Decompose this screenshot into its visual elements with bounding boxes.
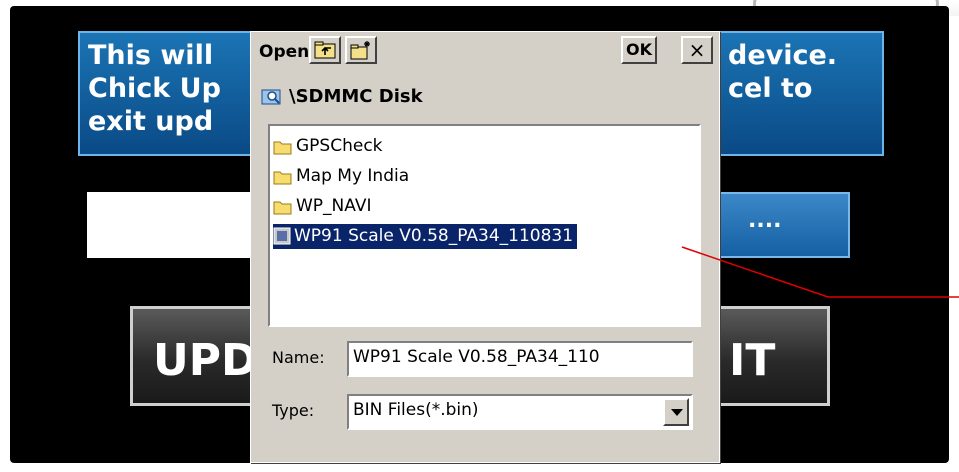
file-icon: [273, 227, 291, 245]
list-item-gpscheck[interactable]: GPSCheck: [273, 134, 387, 159]
up-folder-icon: [314, 41, 336, 59]
name-label: Name:: [272, 348, 325, 367]
list-item-label: Map My India: [296, 166, 410, 186]
list-item-wp-navi[interactable]: WP_NAVI: [273, 194, 375, 219]
open-file-dialog: Open OK × \SDMMC Disk GPSCheck Map My In…: [250, 31, 720, 463]
list-item-label: GPSCheck: [296, 136, 383, 156]
up-folder-button[interactable]: [309, 36, 341, 64]
info-line-2-left: Chick Up: [88, 73, 221, 104]
info-line-2-right: cel to: [728, 73, 813, 104]
file-type-value: BIN Files(*.bin): [353, 400, 479, 420]
list-item-label: WP_NAVI: [296, 196, 372, 216]
close-button[interactable]: ×: [681, 36, 713, 64]
current-folder-path: \SDMMC Disk: [289, 86, 423, 107]
list-item-label: WP91 Scale V0.58_PA34_110831: [294, 226, 574, 246]
new-folder-button[interactable]: [345, 36, 377, 64]
browse-button-label: ....: [748, 208, 782, 233]
info-line-1-left: This will: [88, 40, 214, 71]
file-name-input[interactable]: WP91 Scale V0.58_PA34_110: [347, 341, 693, 377]
file-type-select[interactable]: BIN Files(*.bin): [347, 394, 693, 430]
type-label: Type:: [272, 401, 315, 420]
exit-button-label: IT: [729, 335, 776, 386]
browse-button[interactable]: ....: [700, 192, 850, 258]
info-line-1-right: device.: [728, 40, 838, 71]
current-folder-row[interactable]: \SDMMC Disk: [261, 86, 423, 107]
list-item-map-my-india[interactable]: Map My India: [273, 164, 413, 189]
new-folder-icon: [350, 41, 370, 60]
folder-icon: [273, 201, 292, 215]
ok-button[interactable]: OK: [621, 36, 657, 64]
dialog-title-bar: Open OK ×: [251, 32, 719, 68]
folder-icon: [273, 141, 292, 155]
chevron-down-icon[interactable]: [663, 398, 689, 426]
folder-search-icon: [261, 89, 281, 105]
dialog-title: Open: [259, 42, 310, 62]
list-item-wp91-scale-file[interactable]: WP91 Scale V0.58_PA34_110831: [271, 223, 579, 250]
folder-icon: [273, 171, 292, 185]
file-list[interactable]: GPSCheck Map My India WP_NAVI WP91 Scale…: [268, 124, 701, 327]
